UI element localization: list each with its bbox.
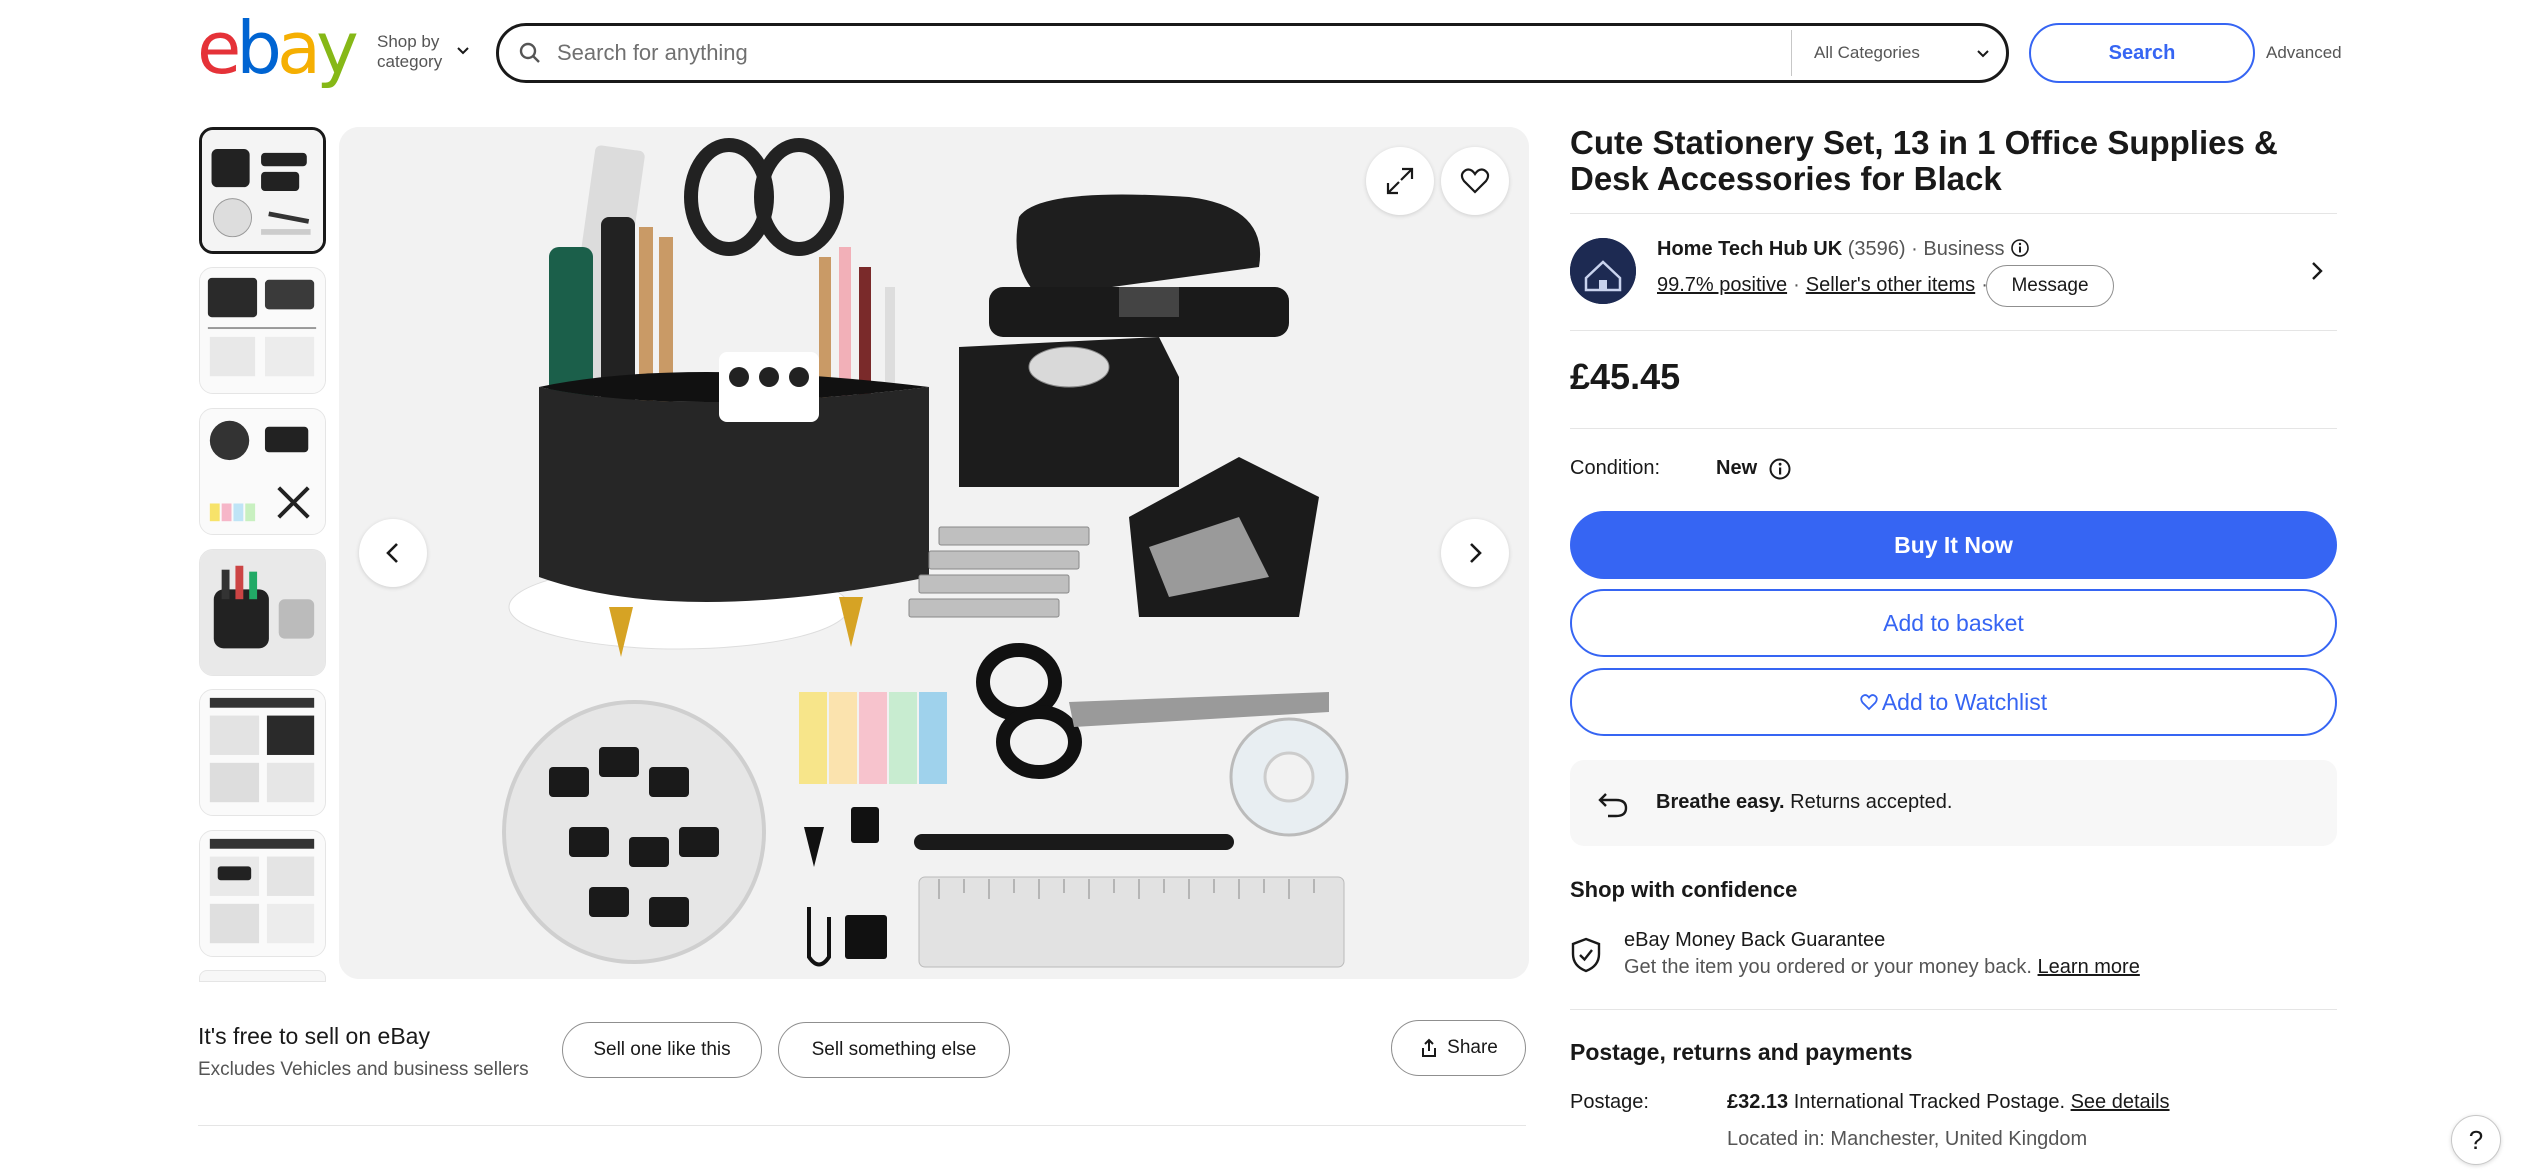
shop-by-category-label: Shop by category	[377, 32, 443, 71]
seller-links-row: 99.7% positive · Seller's other items ·	[1657, 274, 1994, 297]
info-icon[interactable]	[1768, 457, 1792, 481]
see-details-link[interactable]: See details	[2071, 1091, 2170, 1113]
separator-dot: ·	[1793, 274, 1800, 296]
product-thumbnail-image	[200, 409, 325, 534]
seller-type: Business	[1923, 238, 2005, 260]
postage-amount: £32.13	[1727, 1091, 1789, 1113]
free-to-sell-title: It's free to sell on eBay	[198, 1023, 430, 1049]
returns-bold-text: Breathe easy.	[1656, 791, 1785, 813]
item-location: Located in: Manchester, United Kingdom	[1727, 1128, 2088, 1150]
chevron-down-icon	[1977, 50, 1989, 58]
postage-returns-payments-heading: Postage, returns and payments	[1570, 1039, 1913, 1065]
search-icon	[519, 42, 540, 63]
thumbnail-3[interactable]	[199, 408, 326, 535]
seller-feedback-count: (3596)	[1847, 238, 1906, 260]
heart-icon	[1460, 168, 1490, 194]
returns-text: Breathe easy. Returns accepted.	[1656, 791, 1952, 814]
money-back-guarantee-title: eBay Money Back Guarantee	[1624, 929, 1886, 951]
logo-letter-y: y	[316, 6, 359, 90]
product-thumbnail-image	[202, 130, 323, 251]
search-bar: All Categories	[496, 23, 2009, 83]
sell-something-else-button[interactable]: Sell something else	[778, 1022, 1010, 1078]
product-thumbnail-image	[200, 831, 325, 956]
product-photo	[339, 127, 1529, 979]
add-to-basket-button[interactable]: Add to basket	[1570, 589, 2337, 657]
money-back-guarantee-description: Get the item you ordered or your money b…	[1624, 956, 2032, 978]
thumbnail-1[interactable]	[199, 127, 326, 254]
product-thumbnail-image	[200, 268, 325, 393]
condition-value: New	[1716, 457, 1758, 479]
chevron-right-icon[interactable]	[2306, 260, 2328, 282]
returns-banner: Breathe easy. Returns accepted.	[1570, 760, 2337, 846]
shop-with-confidence-heading: Shop with confidence	[1570, 877, 1798, 902]
shop-by-category-button[interactable]: Shop by category	[377, 32, 477, 74]
help-button[interactable]: ?	[2451, 1115, 2501, 1165]
return-arrow-icon	[1598, 793, 1628, 818]
logo-letter-e: e	[197, 6, 241, 90]
condition-label: Condition:	[1570, 457, 1661, 479]
seller-other-items-link[interactable]: Seller's other items	[1806, 274, 1975, 296]
thumbnail-4[interactable]	[199, 549, 326, 676]
expand-icon	[1386, 167, 1414, 195]
sell-one-like-this-button[interactable]: Sell one like this	[562, 1022, 762, 1078]
add-to-watchlist-label: Add to Watchlist	[1881, 688, 2048, 715]
ebay-logo[interactable]: ebay	[197, 6, 359, 90]
share-button[interactable]: Share	[1391, 1020, 1526, 1076]
shield-check-icon	[1571, 937, 1601, 973]
title-divider	[1570, 213, 2337, 214]
seller-logo-image	[1570, 238, 1636, 304]
seller-separator: ·	[1911, 238, 1918, 260]
seller-positive-link[interactable]: 99.7% positive	[1657, 274, 1787, 296]
previous-image-button[interactable]	[359, 519, 427, 587]
thumbnail-6[interactable]	[199, 830, 326, 957]
category-select-value: All Categories	[1814, 43, 1920, 62]
expand-image-button[interactable]	[1366, 147, 1434, 215]
info-icon[interactable]	[2010, 238, 2030, 258]
returns-accepted-text: Returns accepted.	[1790, 791, 1953, 813]
chevron-right-icon	[1470, 543, 1482, 563]
seller-divider	[1570, 330, 2337, 331]
category-select[interactable]: All Categories	[1791, 30, 2005, 76]
buy-it-now-button[interactable]: Buy It Now	[1570, 511, 2337, 579]
share-label: Share	[1447, 1037, 1498, 1058]
seller-name-row: Home Tech Hub UK (3596) · Business	[1657, 238, 2030, 261]
next-image-button[interactable]	[1441, 519, 1509, 587]
logo-letter-a: a	[277, 6, 321, 90]
chevron-down-icon	[457, 47, 469, 55]
logo-letter-b: b	[236, 6, 282, 90]
postage-method: International Tracked Postage.	[1793, 1091, 2066, 1113]
thumbnail-2[interactable]	[199, 267, 326, 394]
product-thumbnail-image	[200, 550, 325, 675]
message-seller-button[interactable]: Message	[1986, 265, 2114, 307]
section-divider	[198, 1125, 1526, 1126]
heart-icon	[1860, 694, 1878, 711]
search-input[interactable]	[557, 34, 1757, 72]
advanced-search-link[interactable]: Advanced	[2266, 43, 2342, 63]
learn-more-link[interactable]: Learn more	[2038, 956, 2140, 978]
price-divider	[1570, 428, 2337, 429]
seller-avatar[interactable]	[1570, 238, 1636, 304]
main-product-image[interactable]	[339, 127, 1529, 979]
seller-name[interactable]: Home Tech Hub UK	[1657, 238, 1842, 260]
thumbnail-5[interactable]	[199, 689, 326, 816]
item-price: £45.45	[1570, 356, 1681, 397]
watch-image-button[interactable]	[1441, 147, 1509, 215]
chevron-left-icon	[386, 543, 398, 563]
postage-value: £32.13 International Tracked Postage. Se…	[1727, 1091, 2170, 1114]
share-icon	[1422, 1038, 1437, 1057]
product-thumbnail-image	[200, 690, 325, 815]
postage-label: Postage:	[1570, 1091, 1649, 1113]
search-button[interactable]: Search	[2029, 23, 2255, 83]
item-title: Cute Stationery Set, 13 in 1 Office Supp…	[1570, 124, 2278, 197]
free-to-sell-subtitle: Excludes Vehicles and business sellers	[198, 1059, 529, 1080]
confidence-divider	[1570, 1009, 2337, 1010]
thumbnail-7-partial[interactable]	[199, 970, 326, 982]
money-back-guarantee-text: Get the item you ordered or your money b…	[1624, 956, 2140, 979]
add-to-watchlist-button[interactable]: Add to Watchlist	[1570, 668, 2337, 736]
